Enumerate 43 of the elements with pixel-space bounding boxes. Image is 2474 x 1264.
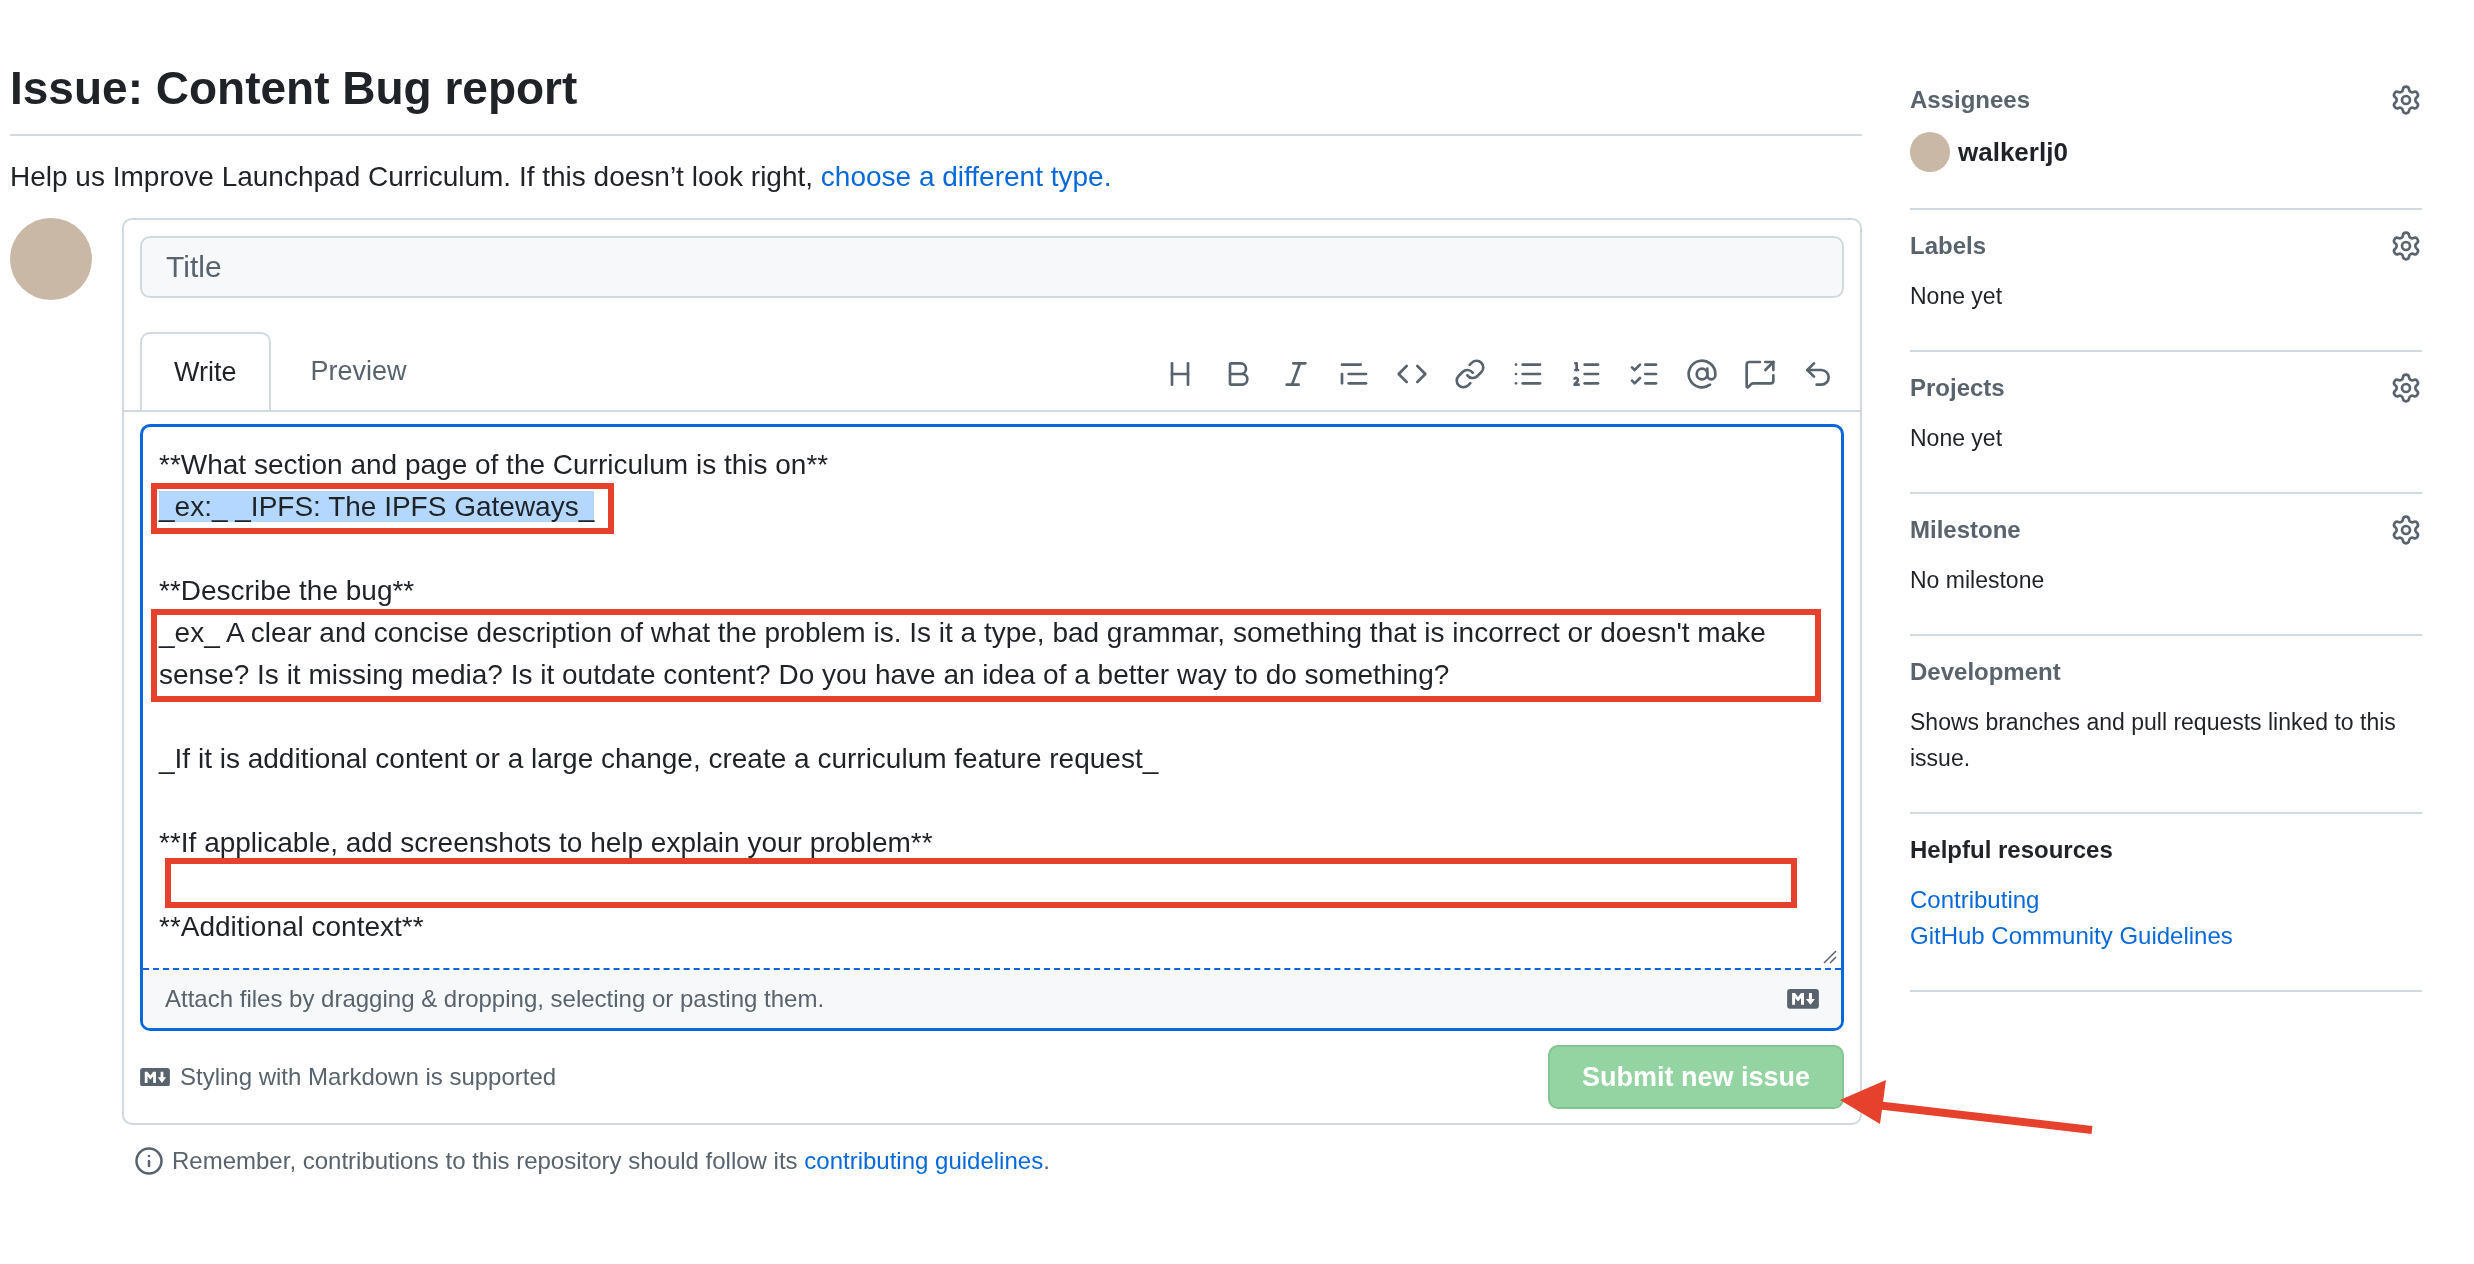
editor-text-line: **Additional context** xyxy=(159,911,424,942)
sidebar-value: Shows branches and pull requests linked to this issue. xyxy=(1910,708,2397,773)
sidebar-heading: Helpful resources xyxy=(1910,835,2113,865)
info-icon xyxy=(134,1146,164,1176)
page-title: Issue: Content Bug report xyxy=(10,58,1862,136)
template-description: Help us Improve Launchpad Curriculum. If this doesn’t look right, choose a different type. xyxy=(10,160,1113,194)
markdown-note: Styling with Markdown is supported xyxy=(180,1062,557,1092)
mention-icon[interactable] xyxy=(1686,358,1718,390)
link-icon[interactable] xyxy=(1454,358,1486,390)
sidebar-value: No milestone xyxy=(1910,566,2046,595)
sidebar-value: None yet xyxy=(1910,282,2004,311)
assignee-name[interactable]: walkerlj0 xyxy=(1958,132,2068,172)
reference-icon[interactable] xyxy=(1744,358,1776,390)
editor-text-line: **If applicable, add screenshots to help explain your problem** xyxy=(159,827,933,858)
title-field[interactable]: Title xyxy=(140,236,1844,298)
editor-text-line: _ex_ A clear and concise description of what the problem is. Is it a type, bad grammar, something that is incorrect or doesn't make sense? Is it missing media? Is it outdate content? Do you have an idea of a better way to do something? xyxy=(159,617,1766,690)
sidebar-heading: Milestone xyxy=(1910,515,2021,545)
comment-editor[interactable] xyxy=(140,424,1844,1031)
sidebar-value: None yet xyxy=(1910,424,2004,453)
markdown-icon xyxy=(140,1067,170,1087)
settings-icon[interactable] xyxy=(2390,514,2422,546)
settings-icon[interactable] xyxy=(2390,84,2422,116)
sidebar-heading: Assignees xyxy=(1910,85,2031,115)
editor-text-line: **What section and page of the Curriculum is this on** xyxy=(159,449,829,480)
assignee-avatar xyxy=(1910,132,1950,172)
guidelines-link[interactable]: contributing guidelines xyxy=(804,1147,1044,1174)
contribution-note: Remember, contributions to this repository should follow its contributing guidelines. xyxy=(172,1146,1050,1176)
editor-tab[interactable]: Write xyxy=(140,332,271,410)
resource-link[interactable]: GitHub Community Guidelines xyxy=(1910,918,2233,954)
markdown-icon xyxy=(1787,989,1819,1009)
editor-text-line: **Describe the bug** xyxy=(159,575,415,606)
attach-bar[interactable]: Attach files by dragging & dropping, selecting or pasting them. xyxy=(143,968,1841,1028)
sidebar-heading: Development xyxy=(1910,657,2061,687)
change-type-link[interactable]: choose a different type. xyxy=(820,161,1112,192)
attach-hint: Attach files by dragging & dropping, selecting or pasting them. xyxy=(165,984,825,1014)
sidebar-heading: Labels xyxy=(1910,231,1987,261)
editor-text-line: _If it is additional content or a large change, create a curriculum feature request_ xyxy=(159,743,1159,774)
settings-icon[interactable] xyxy=(2390,230,2422,262)
resize-handle-icon[interactable] xyxy=(1821,948,1837,964)
resource-link[interactable]: Contributing xyxy=(1910,882,2040,918)
sidebar-heading: Projects xyxy=(1910,373,2005,403)
editor-tab[interactable]: Preview xyxy=(270,332,447,410)
settings-icon[interactable] xyxy=(2390,372,2422,404)
